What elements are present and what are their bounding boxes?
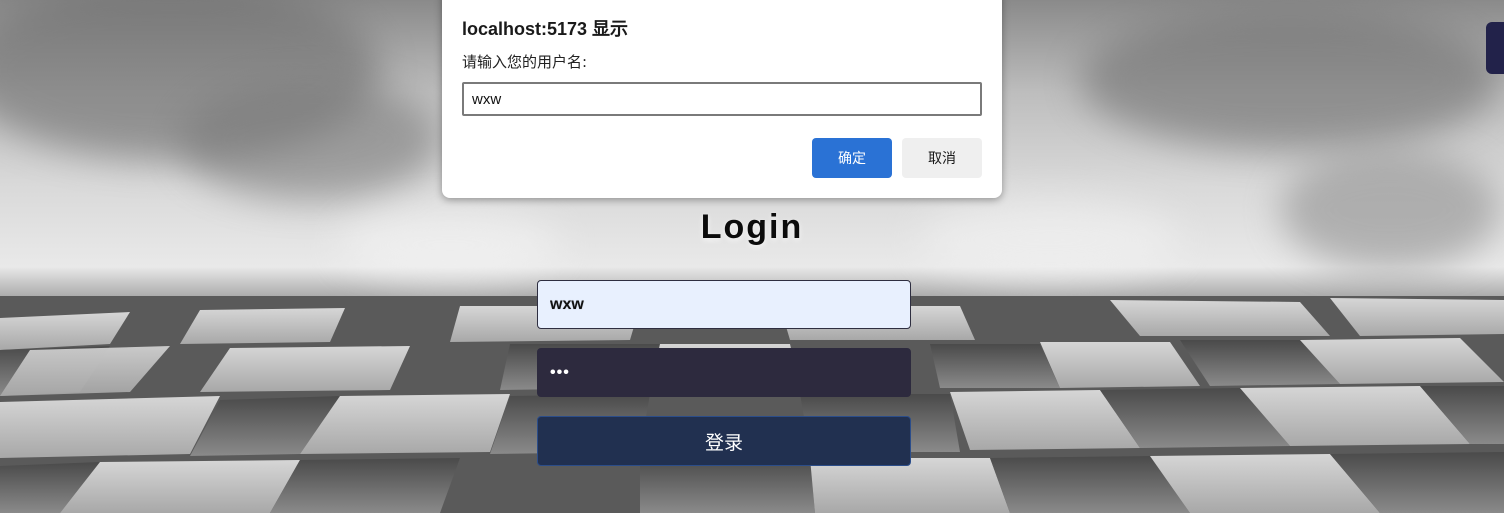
- background-cloud: [180, 80, 440, 200]
- side-tab[interactable]: [1486, 22, 1504, 74]
- page-background: Login 登录 localhost:5173 显示 请输入您的用户名: 确定 …: [0, 0, 1504, 513]
- login-title: Login: [700, 208, 804, 246]
- password-input[interactable]: [537, 348, 911, 397]
- prompt-dialog: localhost:5173 显示 请输入您的用户名: 确定 取消: [442, 0, 1002, 198]
- background-cloud: [1080, 10, 1500, 150]
- dialog-title: localhost:5173 显示: [462, 19, 629, 39]
- dialog-username-input[interactable]: [462, 82, 982, 116]
- cancel-button[interactable]: 取消: [902, 138, 982, 178]
- username-input[interactable]: [537, 280, 911, 329]
- dialog-message: 请输入您的用户名:: [462, 53, 588, 71]
- ok-button[interactable]: 确定: [812, 138, 892, 178]
- login-button[interactable]: 登录: [537, 416, 911, 466]
